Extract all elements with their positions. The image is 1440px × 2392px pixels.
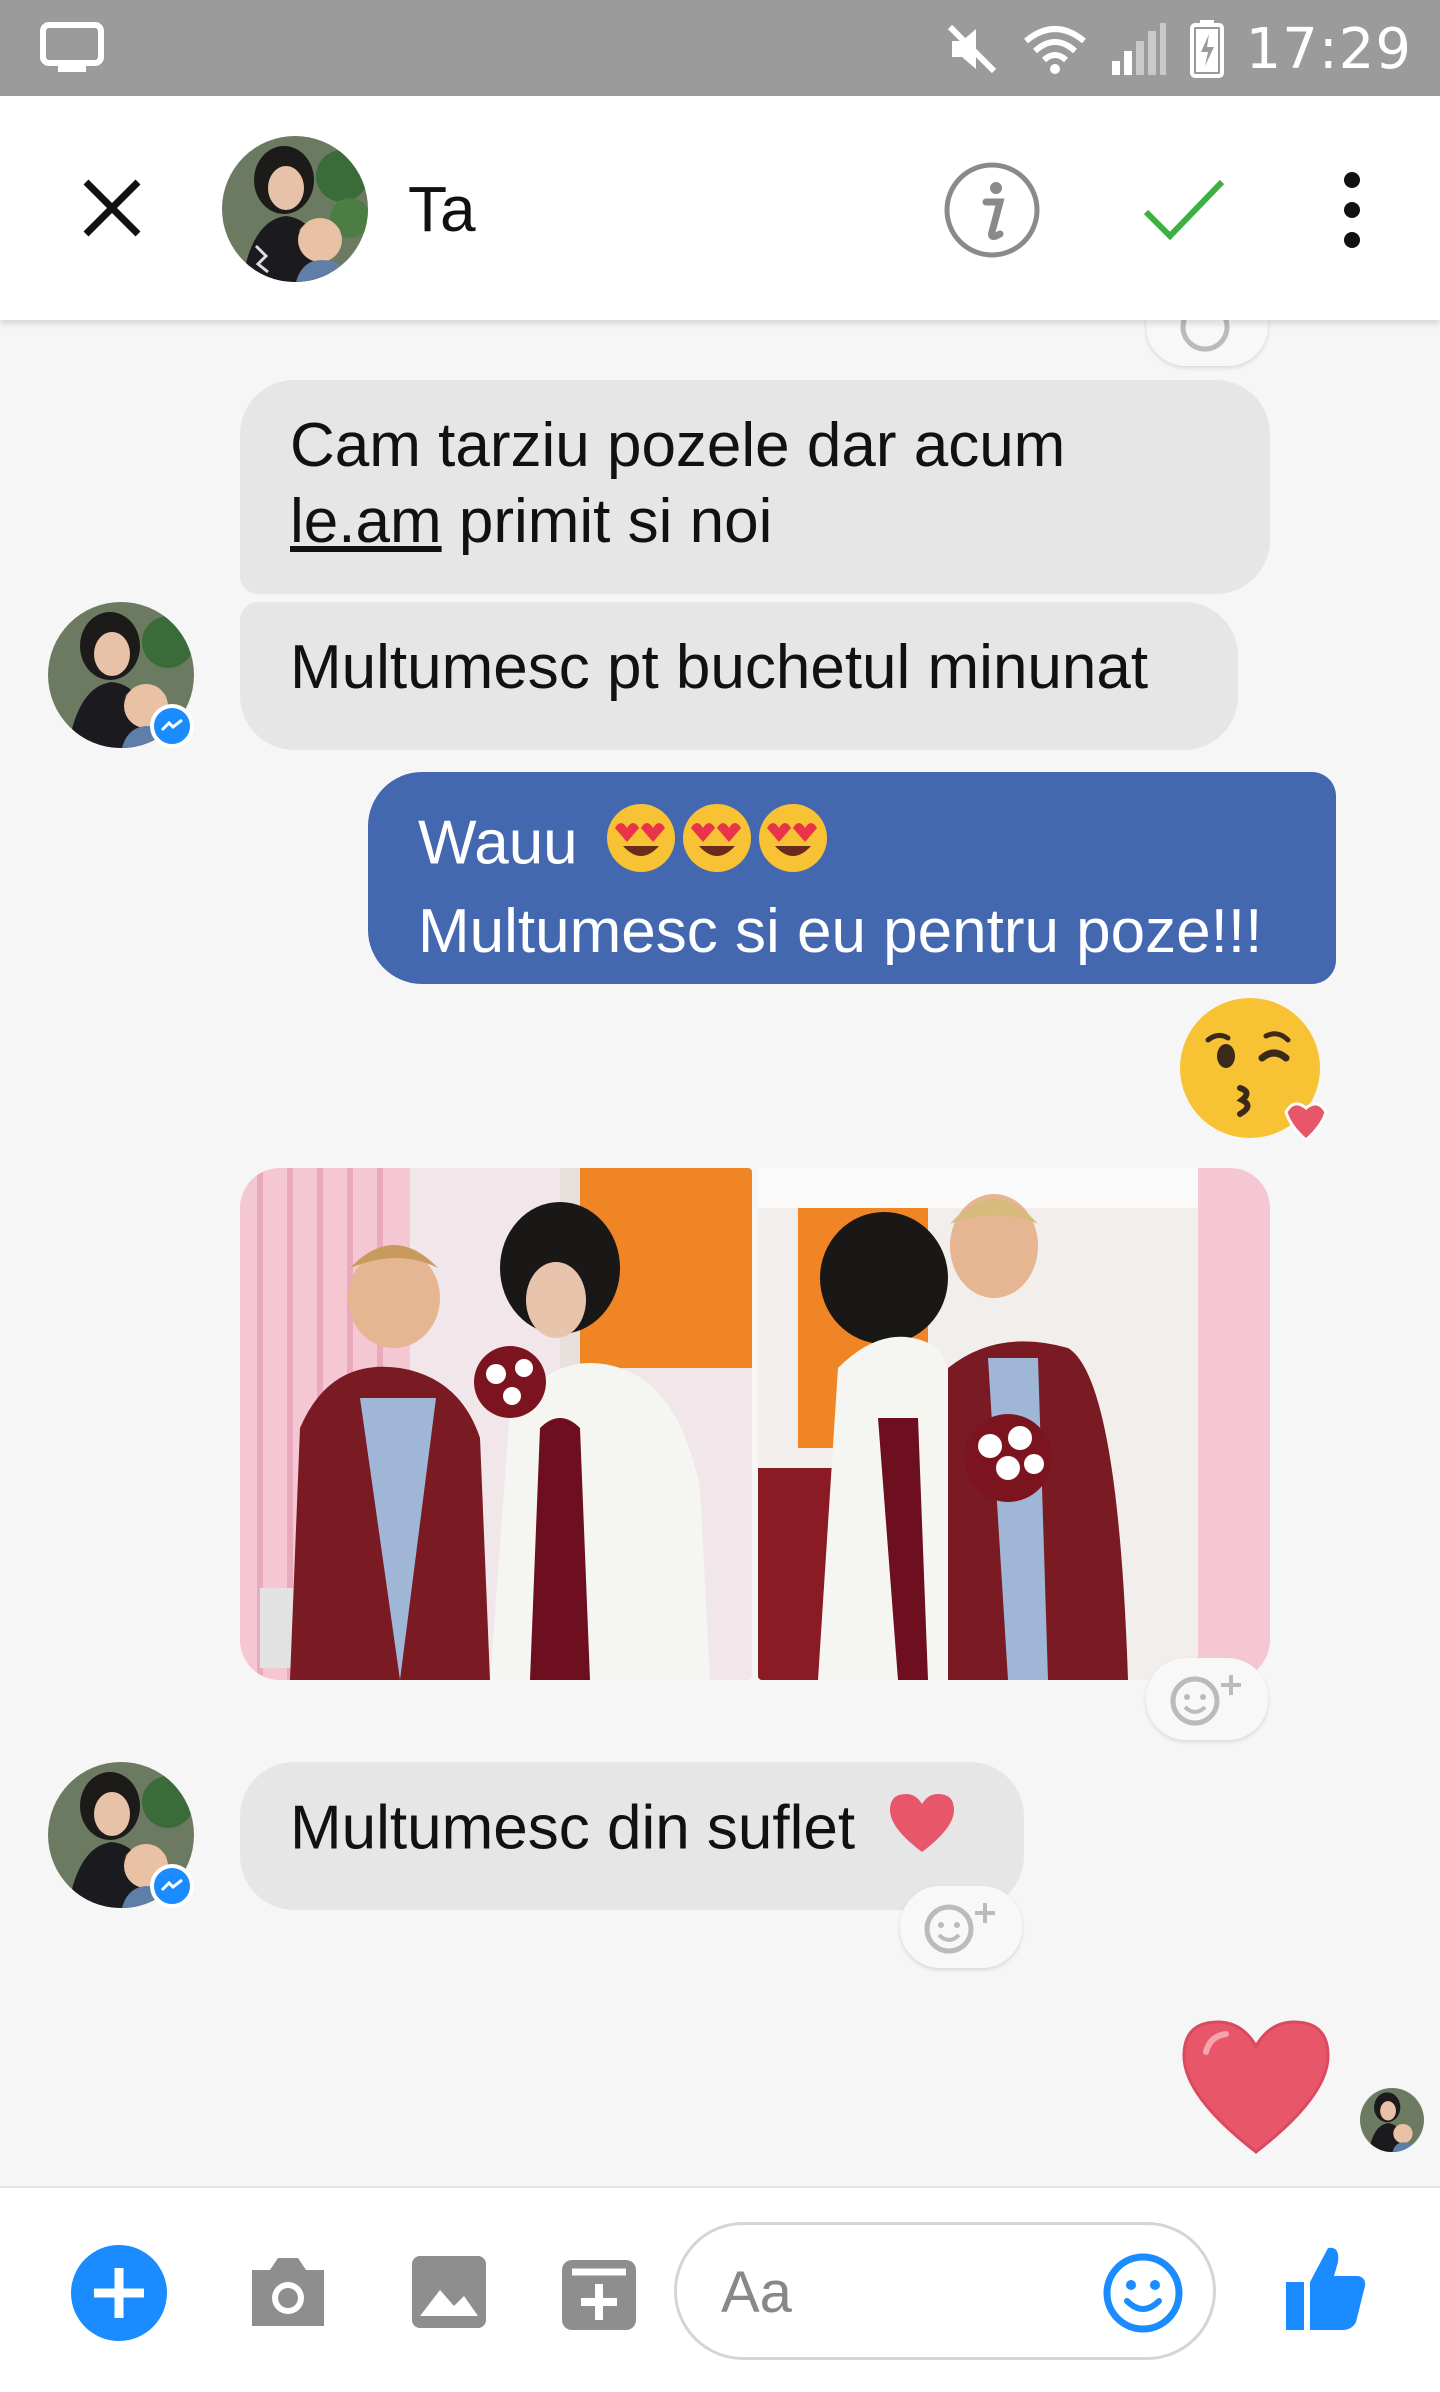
battery-icon: [1189, 20, 1224, 78]
seen-avatar: [1360, 2088, 1424, 2152]
message-list[interactable]: Cam tarziu pozele dar acum le.am primit …: [0, 320, 1440, 2186]
kiss-emoji[interactable]: [1178, 996, 1334, 1152]
add-reaction-icon: [1180, 320, 1230, 352]
wifi-icon: [1023, 26, 1086, 74]
photo-attachment[interactable]: [240, 1168, 752, 1680]
message-input-box[interactable]: [674, 2222, 1216, 2360]
plus-icon[interactable]: [70, 2244, 168, 2342]
message-bubble-incoming[interactable]: Multumesc pt buchetul minunat: [240, 602, 1238, 750]
monitor-icon: [40, 22, 104, 72]
contact-avatar[interactable]: [222, 136, 368, 282]
check-icon[interactable]: [1140, 174, 1228, 246]
add-reaction-icon: [924, 1903, 995, 1954]
mute-icon: [947, 24, 996, 74]
message-text: Multumesc si eu pentru poze!!!: [418, 897, 1263, 966]
heart-emoji[interactable]: [1176, 2012, 1336, 2162]
message-text: le.am primit si noi: [290, 484, 1220, 560]
info-icon[interactable]: [942, 160, 1042, 260]
message-bubble-incoming[interactable]: Multumesc din suflet: [240, 1762, 1024, 1910]
add-reaction-icon: [1170, 1675, 1241, 1726]
contact-name: Ta: [408, 173, 476, 245]
add-reaction-button[interactable]: [1146, 1658, 1268, 1740]
message-text-part: primit si noi: [441, 487, 773, 556]
messenger-badge-icon: [150, 704, 194, 748]
message-text: Multumesc pt buchetul minunat: [290, 633, 1149, 702]
message-bubble-incoming[interactable]: Cam tarziu pozele dar acum le.am primit …: [240, 380, 1270, 594]
message-text: Cam tarziu pozele dar acum: [290, 411, 1066, 480]
status-time: 17:29: [1245, 16, 1412, 82]
conversation-header: Ta: [0, 96, 1440, 320]
close-icon[interactable]: [80, 176, 144, 240]
sticker-icon[interactable]: [558, 2254, 640, 2334]
thumbs-up-icon[interactable]: [1282, 2242, 1368, 2334]
status-bar: 17:29: [0, 0, 1440, 96]
message-text: Multumesc din suflet: [290, 1793, 856, 1863]
message-text-part: Wauu: [418, 808, 578, 878]
add-reaction-button[interactable]: [1146, 320, 1268, 366]
more-icon[interactable]: [1330, 168, 1374, 252]
message-link[interactable]: le.am: [290, 487, 442, 556]
composer-bar: [0, 2186, 1440, 2392]
gallery-icon[interactable]: [410, 2254, 488, 2330]
camera-icon[interactable]: [246, 2254, 330, 2330]
emoji-icon[interactable]: [1101, 2251, 1185, 2335]
message-bubble-outgoing[interactable]: Wauu Multumesc si eu pentru poze!!!: [368, 772, 1336, 984]
add-reaction-button[interactable]: [900, 1886, 1022, 1968]
heart-emoji: [886, 1790, 958, 1874]
signal-icon: [1111, 23, 1166, 75]
message-input[interactable]: [721, 2253, 1041, 2331]
messenger-badge-icon: [150, 1864, 194, 1908]
message-text: Wauu: [418, 800, 1286, 894]
heart-eyes-emoji: [603, 800, 831, 894]
photo-attachment[interactable]: [758, 1168, 1270, 1680]
